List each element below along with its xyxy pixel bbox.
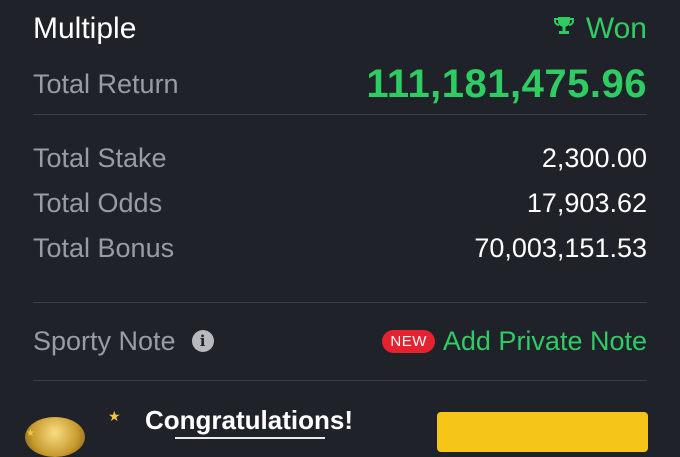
- total-odds-row: Total Odds 17,903.62: [33, 183, 647, 223]
- total-bonus-value: 70,003,151.53: [474, 232, 647, 263]
- total-return-label: Total Return: [33, 68, 179, 99]
- total-bonus-label: Total Bonus: [33, 232, 175, 263]
- total-stake-row: Total Stake 2,300.00: [33, 138, 647, 178]
- add-private-note-button[interactable]: NEW Add Private Note: [382, 326, 647, 357]
- star-icon: ★: [26, 428, 35, 439]
- trophy-icon: [552, 12, 576, 46]
- status-text: Won: [585, 12, 647, 45]
- sporty-note-label: Sporty Note: [33, 325, 176, 356]
- total-odds-label: Total Odds: [33, 187, 163, 218]
- congratulations-title: Congratulations!: [145, 405, 353, 435]
- promo-cta-button[interactable]: [437, 412, 648, 452]
- sporty-note: Sporty Note i: [33, 326, 214, 357]
- total-stake-value: 2,300.00: [541, 142, 647, 173]
- bet-status: Won: [552, 12, 647, 46]
- total-bonus-row: Total Bonus 70,003,151.53: [33, 228, 647, 268]
- info-icon[interactable]: i: [191, 330, 214, 352]
- total-odds-value: 17,903.62: [526, 187, 647, 218]
- total-return-value: 111,181,475.96: [366, 61, 647, 106]
- total-return-row: Total Return 111,181,475.96: [33, 60, 647, 108]
- divider: [33, 114, 647, 115]
- bet-header: Multiple Won: [33, 8, 647, 50]
- add-private-note-label: Add Private Note: [442, 325, 647, 356]
- sporty-note-row: Sporty Note i NEW Add Private Note: [33, 320, 647, 362]
- bet-type-label: Multiple: [33, 12, 137, 45]
- total-stake-label: Total Stake: [33, 142, 167, 173]
- divider: [33, 302, 647, 303]
- star-icon: ★: [108, 408, 121, 424]
- divider: [33, 380, 647, 381]
- new-badge: NEW: [382, 329, 435, 353]
